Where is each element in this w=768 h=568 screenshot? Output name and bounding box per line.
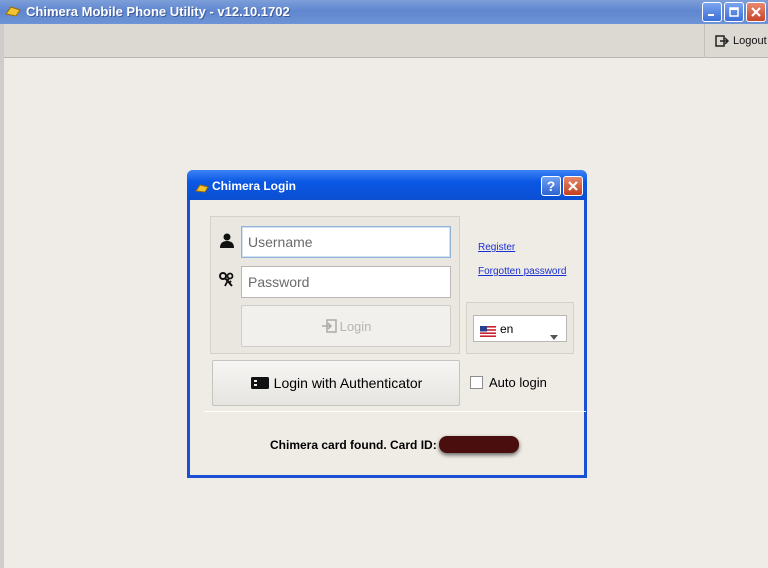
maximize-icon (729, 7, 739, 17)
authenticator-label: Login with Authenticator (273, 375, 423, 391)
window-controls (702, 2, 766, 22)
help-button[interactable]: ? (541, 176, 561, 196)
window-title-bar: Chimera Mobile Phone Utility - v12.10.17… (0, 0, 768, 24)
logout-label: Logout (733, 35, 767, 47)
logout-icon (715, 35, 729, 47)
close-icon (568, 181, 578, 191)
close-icon (751, 7, 761, 17)
register-link[interactable]: Register (478, 242, 515, 253)
card-status: Chimera card found. Card ID: (270, 436, 519, 453)
username-input[interactable] (241, 226, 451, 258)
redacted-card-id (438, 436, 519, 453)
credentials-group: Login (210, 216, 460, 354)
divider (204, 411, 586, 412)
login-dialog: Chimera Login ? Login (187, 170, 587, 478)
forgotten-password-link[interactable]: Forgotten password (478, 266, 566, 277)
close-button[interactable] (746, 2, 766, 22)
chevron-down-icon (550, 327, 558, 345)
language-select[interactable]: en (473, 315, 567, 342)
login-button[interactable]: Login (241, 305, 451, 347)
dialog-title: Chimera Login (212, 179, 297, 193)
dialog-title-bar: Chimera Login ? (187, 170, 587, 200)
dialog-logo-icon (195, 180, 209, 198)
user-icon (219, 232, 235, 253)
login-label: Login (339, 318, 372, 334)
authenticator-card-icon (250, 377, 269, 389)
language-value: en (500, 322, 514, 336)
login-icon (321, 319, 337, 333)
help-icon: ? (546, 178, 556, 194)
login-with-authenticator-button[interactable]: Login with Authenticator (212, 360, 460, 406)
app-logo-icon (5, 5, 21, 20)
auto-login-checkbox[interactable] (470, 376, 483, 389)
us-flag-icon (480, 324, 496, 342)
password-input[interactable] (241, 266, 451, 298)
card-status-text: Chimera card found. Card ID: (270, 437, 437, 452)
auto-login-label: Auto login (489, 375, 547, 390)
logout-button[interactable]: Logout (704, 24, 768, 58)
minimize-button[interactable] (702, 2, 722, 22)
language-group: en (466, 302, 574, 354)
keys-icon (219, 272, 235, 293)
dialog-close-button[interactable] (563, 176, 583, 196)
maximize-button[interactable] (724, 2, 744, 22)
window-left-edge (0, 24, 4, 568)
auto-login-option[interactable]: Auto login (470, 375, 547, 390)
minimize-icon (708, 14, 714, 16)
toolbar: Logout (4, 24, 768, 58)
window-title: Chimera Mobile Phone Utility - v12.10.17… (26, 4, 290, 19)
